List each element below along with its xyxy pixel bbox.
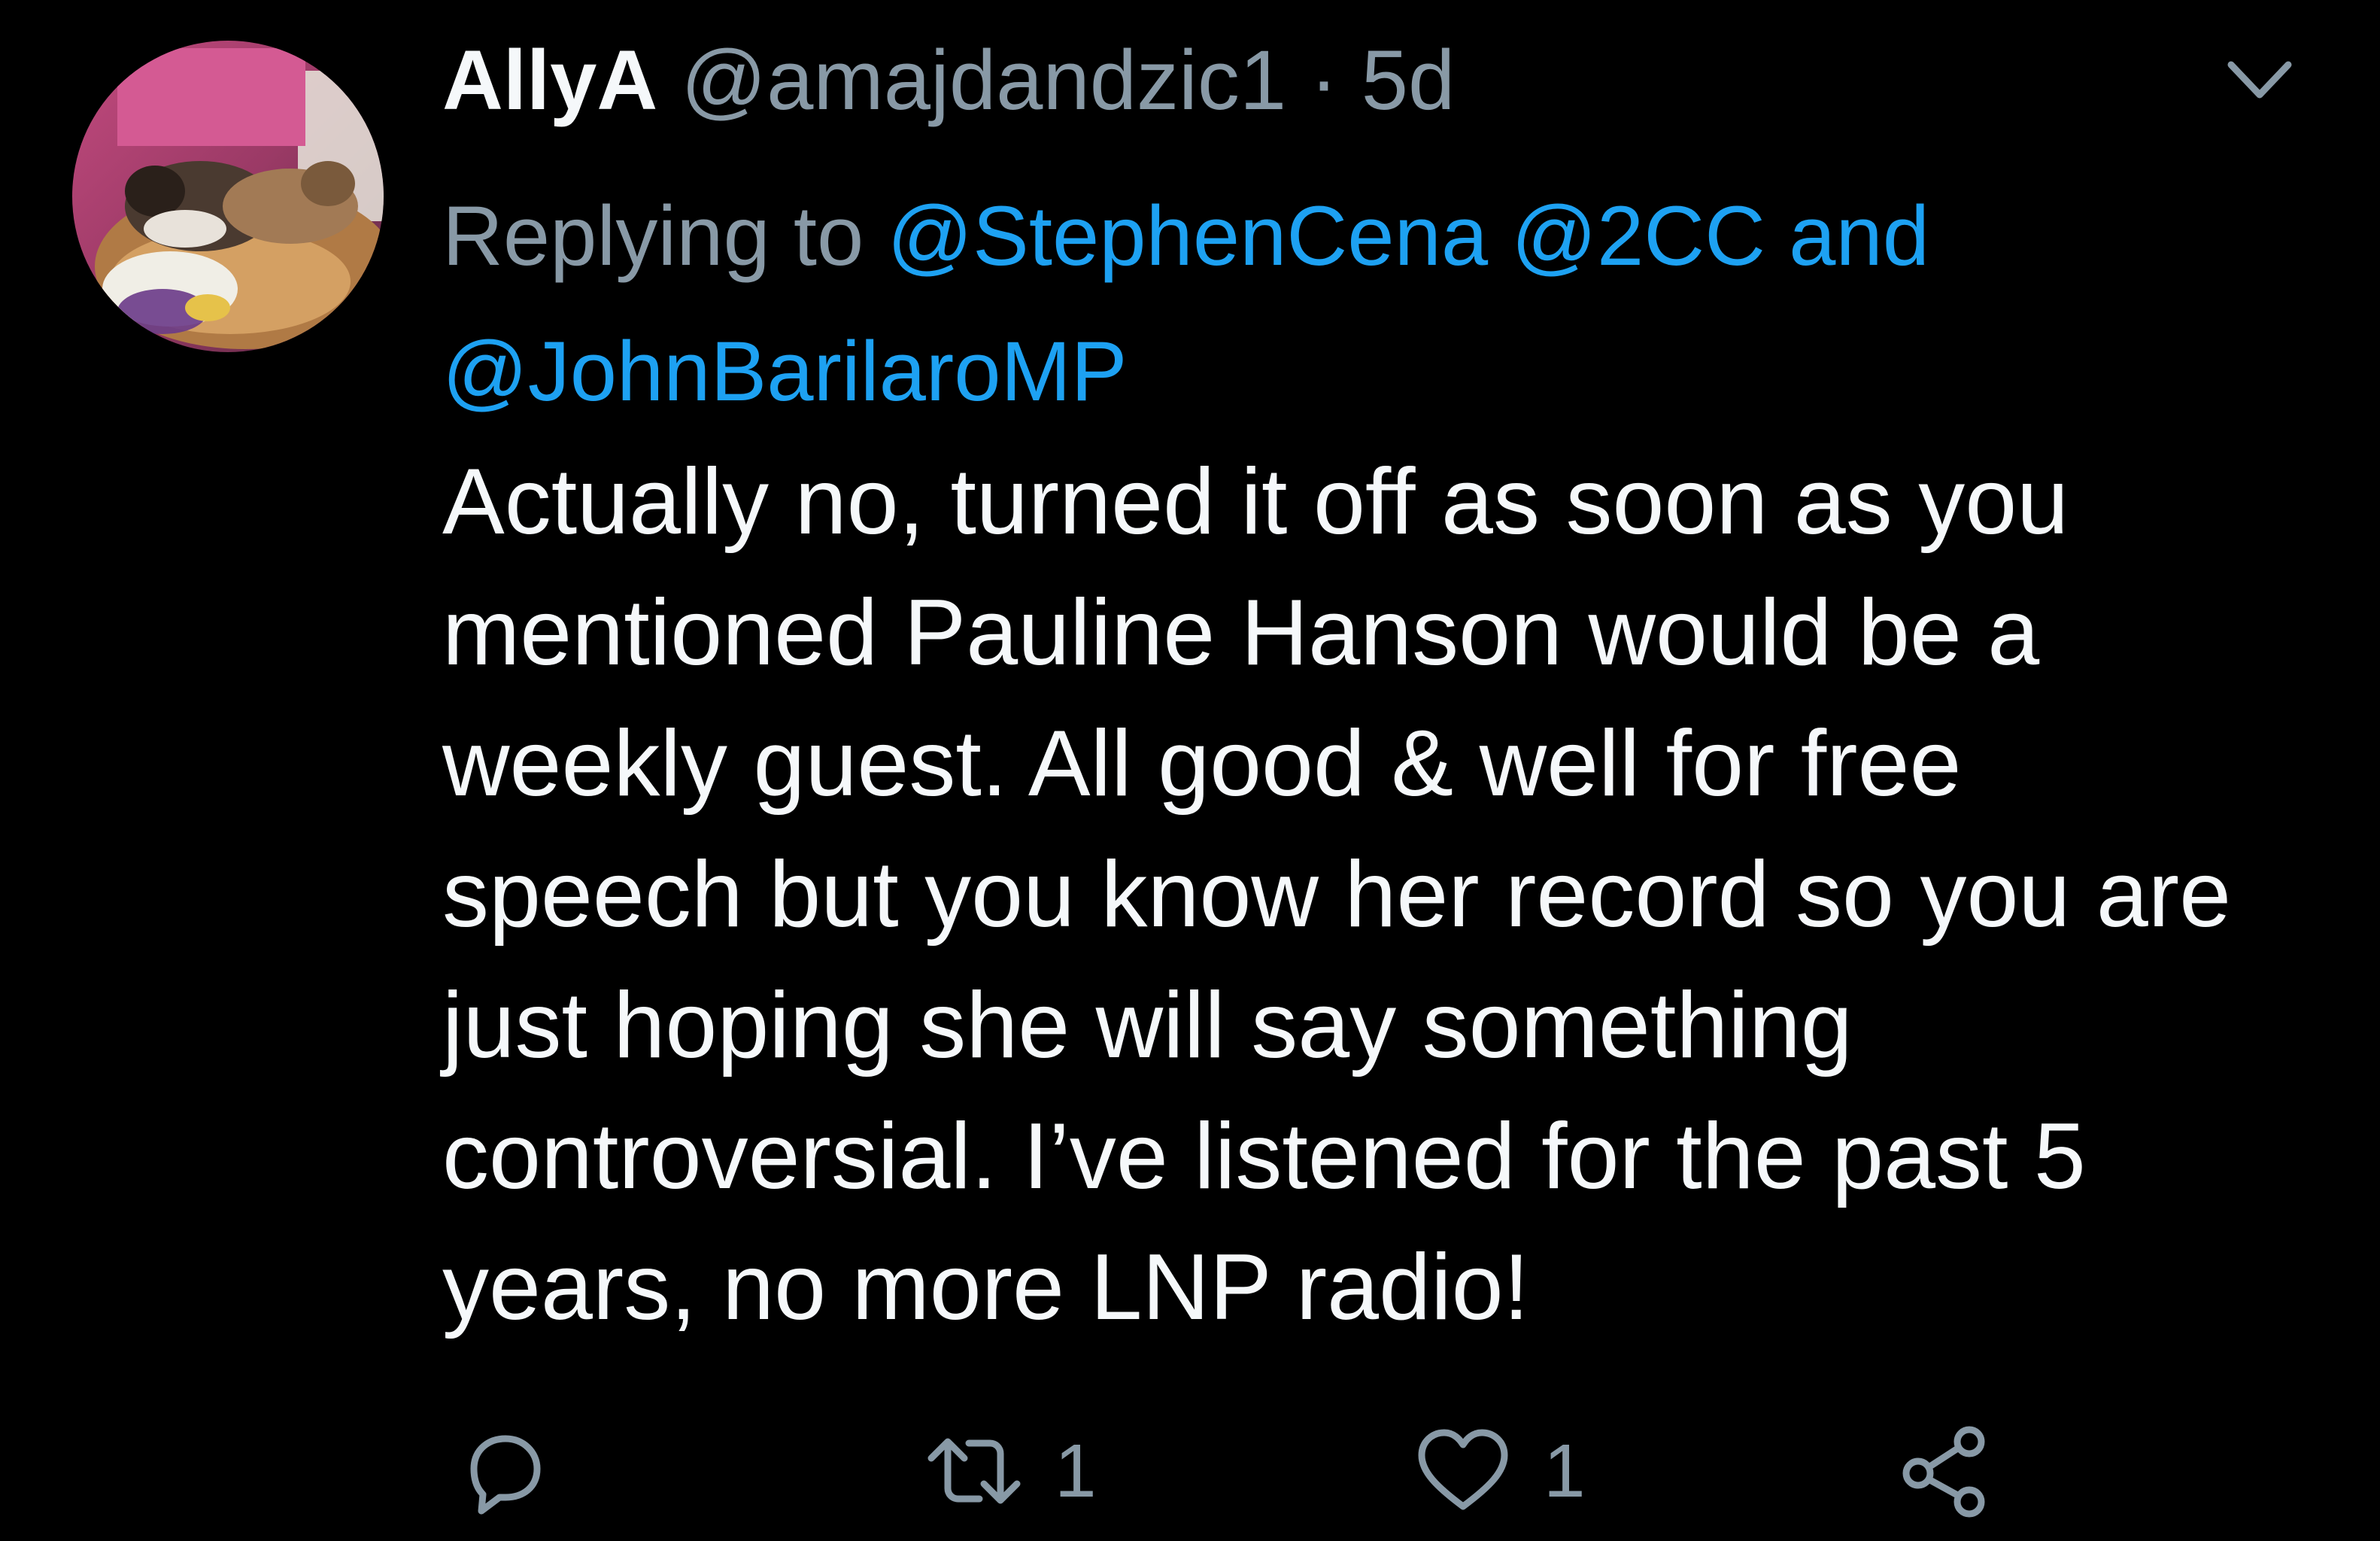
like-button[interactable]: 1 <box>1414 1415 1586 1527</box>
avatar-photo <box>72 41 384 352</box>
chevron-down-icon[interactable] <box>2225 56 2294 108</box>
heart-icon <box>1418 1429 1508 1510</box>
replying-to: Replying to @StephenCena @2CC and @JohnB… <box>442 169 2248 439</box>
mention-link[interactable]: @StephenCena <box>887 189 1488 283</box>
mention-link[interactable]: @2CC <box>1511 189 1765 283</box>
avatar[interactable] <box>72 41 384 352</box>
reply-button[interactable] <box>451 1415 549 1527</box>
timestamp[interactable]: 5d <box>1362 33 1456 127</box>
mention-link[interactable]: @JohnBarilaroMP <box>442 324 1128 418</box>
tweet-header: AllyA @amajdandzic1 · 5d <box>442 32 1455 129</box>
tweet-text: Actually no, turned it off as soon as yo… <box>442 450 2232 1339</box>
retweet-icon <box>927 1438 1021 1504</box>
replying-to-label: Replying to <box>442 189 864 283</box>
retweet-button[interactable]: 1 <box>925 1415 1097 1527</box>
tweet: AllyA @amajdandzic1 · 5d Replying to @St… <box>0 0 2380 1541</box>
separator-dot: · <box>1310 33 1338 127</box>
like-count: 1 <box>1544 1429 1586 1513</box>
share-button[interactable] <box>1897 1415 1995 1527</box>
reply-icon <box>470 1435 541 1515</box>
share-icon <box>1902 1426 1985 1518</box>
retweet-count: 1 <box>1055 1429 1097 1513</box>
user-handle[interactable]: @amajdandzic1 <box>681 33 1286 127</box>
mention-joiner[interactable]: and <box>1789 189 1929 283</box>
display-name[interactable]: AllyA <box>442 33 657 127</box>
